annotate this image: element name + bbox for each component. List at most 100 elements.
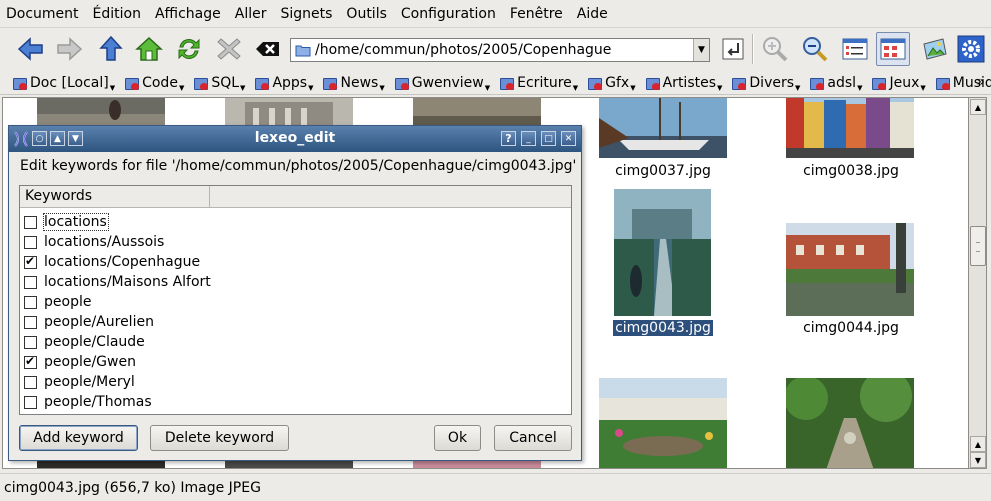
keyword-item[interactable]: locations/Maisons Alfort — [20, 272, 571, 292]
cancel-button[interactable]: Cancel — [494, 425, 572, 451]
bookmark-folder[interactable]: Doc [Local] ▼ — [12, 75, 115, 92]
menu-aller[interactable]: Aller — [235, 6, 267, 22]
bookmark-folder[interactable]: Divers ▼ — [731, 75, 800, 92]
column-header-keywords[interactable]: Keywords — [20, 186, 210, 207]
menu-configuration[interactable]: Configuration — [401, 6, 496, 22]
bookmark-folder[interactable]: Artistes ▼ — [645, 75, 722, 92]
bookmark-folder[interactable]: Ecriture ▼ — [499, 75, 578, 92]
slideshow-button[interactable] — [918, 32, 952, 66]
thumbnail-image[interactable] — [599, 98, 727, 158]
keyword-item[interactable]: people/Meryl — [20, 372, 571, 392]
bookmark-folder[interactable]: Jeux ▼ — [871, 75, 926, 92]
close-button[interactable]: ✕ — [561, 131, 576, 146]
dialog-titlebar[interactable]: ○ ▲ ▼ lexeo_edit ? _ □ ✕ — [9, 126, 581, 152]
detail-view-button[interactable] — [838, 32, 872, 66]
home-button[interactable] — [132, 32, 166, 66]
bookmark-folder[interactable]: adsl ▼ — [809, 75, 862, 92]
keyword-item[interactable]: people/Aurelien — [20, 312, 571, 332]
chevron-down-icon: ▼ — [698, 45, 705, 55]
configure-button[interactable] — [954, 32, 988, 66]
location-input[interactable]: /home/commun/photos/2005/Copenhague — [315, 42, 693, 58]
bookmark-folder[interactable]: Gwenview ▼ — [394, 75, 490, 92]
reload-button[interactable] — [172, 32, 206, 66]
keyword-item[interactable]: people — [20, 292, 571, 312]
scroll-up-button[interactable]: ▲ — [970, 436, 986, 452]
keyword-checkbox[interactable] — [24, 375, 37, 389]
keyword-checkbox[interactable] — [24, 295, 37, 309]
keyword-checkbox[interactable] — [24, 335, 37, 349]
home-icon — [135, 36, 163, 61]
menu-signets[interactable]: Signets — [280, 6, 332, 22]
keyword-checkbox[interactable] — [24, 354, 37, 369]
keyword-item[interactable]: people/Claude — [20, 332, 571, 352]
dropdown-arrow-icon: ▼ — [630, 83, 636, 92]
keyword-item[interactable]: people/Thomas — [20, 392, 571, 412]
keyword-list[interactable]: Keywords locations locations/Aussois loc… — [19, 185, 572, 415]
keyword-checkbox[interactable] — [24, 254, 37, 269]
menu-document[interactable]: Document — [6, 6, 79, 22]
forward-button[interactable] — [52, 32, 86, 66]
bookmark-folder-icon — [645, 76, 661, 90]
arrow-down-icon: ▼ — [974, 455, 982, 465]
menu-outils[interactable]: Outils — [346, 6, 386, 22]
bookmark-folder[interactable]: Code ▼ — [124, 75, 184, 92]
keyword-checkbox[interactable] — [24, 315, 37, 329]
delete-keyword-button[interactable]: Delete keyword — [150, 425, 289, 451]
menu-aide[interactable]: Aide — [577, 6, 608, 22]
back-button[interactable] — [14, 32, 48, 66]
list-header: Keywords — [20, 186, 571, 208]
menu-affichage[interactable]: Affichage — [155, 6, 221, 22]
thumbnail-caption: cimg0044.jpg — [803, 320, 899, 336]
bookmark-overflow-button[interactable]: » — [976, 74, 985, 90]
zoom-out-button[interactable] — [798, 32, 832, 66]
bookmark-folder-icon — [809, 76, 825, 90]
scroll-down-button[interactable]: ▼ — [970, 452, 986, 468]
thumbnail-image[interactable] — [413, 460, 541, 469]
thumbnail-image[interactable] — [786, 378, 914, 469]
menu-fenetre[interactable]: Fenêtre — [510, 6, 563, 22]
keyword-item[interactable]: locations — [20, 212, 571, 232]
thumbnail-image[interactable] — [786, 223, 914, 316]
thumbnail-image[interactable] — [599, 378, 727, 469]
bookmark-folder-icon — [871, 76, 887, 90]
thumbnail-image[interactable] — [786, 98, 914, 158]
keyword-checkbox[interactable] — [24, 235, 37, 249]
location-bar[interactable]: /home/commun/photos/2005/Copenhague ▼ — [290, 38, 710, 62]
zoom-in-icon — [763, 37, 788, 62]
arrow-right-icon — [57, 37, 83, 61]
stop-button[interactable] — [212, 32, 246, 66]
location-dropdown-button[interactable]: ▼ — [693, 39, 709, 61]
close-icon: ✕ — [564, 133, 573, 144]
thumbnail-image[interactable] — [225, 460, 353, 469]
keyword-item[interactable]: locations/Aussois — [20, 232, 571, 252]
zoom-in-button[interactable] — [758, 32, 792, 66]
thumbnail-view-button[interactable] — [876, 32, 910, 66]
go-button[interactable] — [716, 32, 750, 66]
ok-button[interactable]: Ok — [434, 425, 481, 451]
thumbnail-image-selected[interactable] — [614, 189, 711, 316]
maximize-button[interactable]: □ — [541, 131, 556, 146]
thumbnail-image[interactable] — [37, 460, 165, 469]
scrollbar-handle[interactable] — [970, 226, 986, 266]
clear-location-button[interactable] — [250, 32, 284, 66]
keyword-item[interactable]: locations/Copenhague — [20, 252, 571, 272]
help-button[interactable]: ? — [501, 131, 516, 146]
menu-edition[interactable]: Édition — [93, 6, 141, 22]
add-keyword-button[interactable]: Add keyword — [19, 425, 138, 451]
vertical-scrollbar[interactable]: ▲ ▲ ▼ — [969, 97, 987, 469]
bookmark-folder[interactable]: SQL ▼ — [193, 75, 245, 92]
keyword-checkbox[interactable] — [24, 215, 37, 229]
bookmark-folder[interactable]: Apps ▼ — [254, 75, 313, 92]
gear-icon — [957, 35, 985, 63]
bookmark-folder-icon — [499, 76, 515, 90]
scroll-up-button[interactable]: ▲ — [970, 99, 986, 115]
keyword-checkbox[interactable] — [24, 395, 37, 409]
up-button[interactable] — [94, 32, 128, 66]
enter-icon — [722, 38, 744, 60]
minimize-button[interactable]: _ — [521, 131, 536, 146]
keyword-checkbox[interactable] — [24, 275, 37, 289]
keyword-item[interactable]: people/Gwen — [20, 352, 571, 372]
minimize-icon: _ — [526, 133, 531, 144]
bookmark-folder[interactable]: Gfx ▼ — [587, 75, 636, 92]
bookmark-folder[interactable]: News ▼ — [322, 75, 385, 92]
